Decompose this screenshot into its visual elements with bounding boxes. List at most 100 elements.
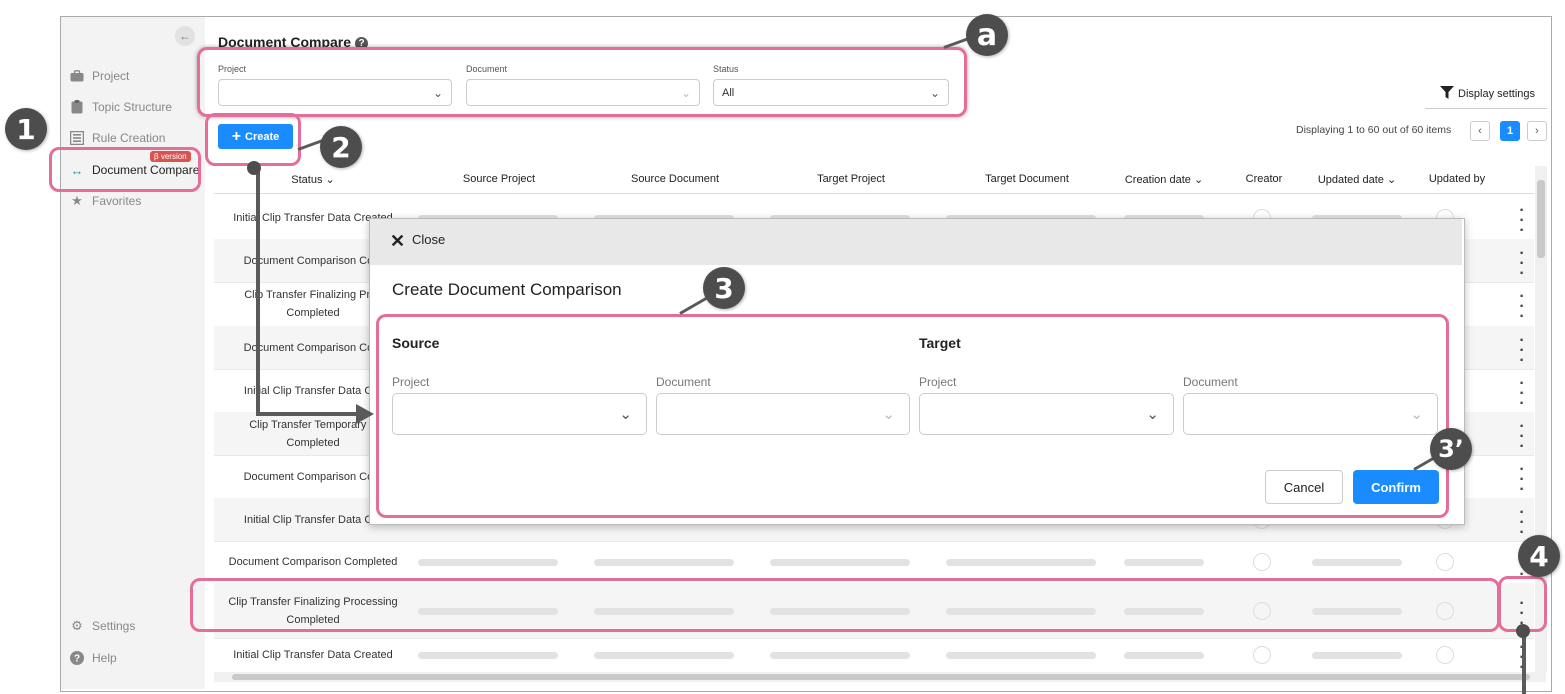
row-menu-kebab-icon[interactable]: ··· (1516, 461, 1528, 497)
sort-chevron-icon: ⌄ (1193, 174, 1204, 186)
row-menu-kebab-icon[interactable]: ··· (1516, 332, 1528, 368)
redacted-cell (418, 559, 558, 566)
avatar (1253, 553, 1271, 571)
row-status-line: Document Comparison Completed (228, 556, 398, 568)
avatar (1253, 601, 1271, 620)
callout-badge-a: a (966, 14, 1008, 56)
briefcase-icon (70, 69, 84, 83)
row-menu-kebab-icon[interactable]: ··· (1516, 245, 1528, 281)
sidebar-item-favorites[interactable]: ★ Favorites (70, 190, 141, 212)
column-header-creator[interactable]: Creator (1246, 173, 1283, 185)
chevron-down-icon: ⌄ (432, 85, 443, 100)
divider (1425, 108, 1547, 109)
help-circle-icon: ? (70, 651, 84, 665)
column-header-target-project[interactable]: Target Project (817, 173, 885, 185)
project-filter-select[interactable]: ⌄ (218, 79, 452, 106)
redacted-cell (594, 607, 734, 615)
target-document-select[interactable]: ⌄ (1183, 393, 1438, 435)
create-button[interactable]: + Create (218, 124, 293, 149)
star-icon: ★ (71, 193, 83, 208)
sidebar-item-label: Help (92, 651, 117, 665)
column-label: Updated by (1428, 173, 1486, 185)
compare-arrows-icon: ↔ (70, 162, 84, 178)
sidebar-item-label: Project (92, 69, 130, 83)
gear-icon: ⚙ (71, 618, 83, 633)
column-label: Creation date (1124, 174, 1191, 186)
chevron-down-icon: ⌄ (929, 85, 940, 100)
svg-text:?: ? (74, 654, 80, 665)
chevron-left-icon: ‹ (1478, 125, 1482, 137)
cancel-button[interactable]: Cancel (1265, 470, 1343, 504)
sidebar-item-help[interactable]: ? Help (70, 647, 117, 669)
prev-page-button[interactable]: ‹ (1470, 121, 1490, 141)
chevron-down-icon: ⌄ (680, 85, 691, 100)
target-project-label: Project (919, 375, 957, 389)
row-menu-kebab-icon[interactable]: ··· (1516, 375, 1528, 411)
page-title-text: Document Compare (218, 34, 352, 50)
sidebar-item-label: Settings (92, 619, 136, 633)
row-status-line: Initial Clip Transfer Data Created (233, 649, 393, 661)
paging-summary: Displaying 1 to 60 out of 60 items (1296, 124, 1452, 136)
redacted-cell (770, 652, 910, 659)
next-page-button[interactable]: › (1527, 121, 1547, 141)
chevron-down-icon: ⌄ (1410, 406, 1423, 423)
connector-dot (1516, 624, 1530, 638)
column-header-target-document[interactable]: Target Document (985, 173, 1069, 185)
chevron-down-icon: ⌄ (1146, 406, 1159, 423)
horizontal-scrollbar-thumb[interactable] (232, 674, 1530, 680)
document-filter-select[interactable]: ⌄ (466, 79, 700, 106)
column-header-source-document[interactable]: Source Document (631, 173, 719, 185)
sidebar-item-project[interactable]: Project (70, 65, 129, 87)
callout-badge-1: 1 (5, 108, 47, 150)
sidebar-item-rule-creation[interactable]: Rule Creation (70, 127, 165, 149)
source-document-label: Document (656, 375, 711, 389)
target-project-select[interactable]: ⌄ (919, 393, 1174, 435)
redacted-cell (946, 652, 1096, 659)
sidebar-item-topic-structure[interactable]: Topic Structure (70, 96, 172, 118)
source-project-select[interactable]: ⌄ (392, 393, 647, 435)
page-title: Document Compare? (218, 34, 369, 50)
page-button-current[interactable]: 1 (1500, 121, 1520, 141)
column-label: Creator (1245, 173, 1283, 185)
collapse-sidebar-button[interactable]: ← (175, 26, 195, 46)
sidebar-item-label: Favorites (92, 194, 142, 208)
source-document-select[interactable]: ⌄ (656, 393, 910, 435)
column-header-source-project[interactable]: Source Project (463, 173, 535, 185)
close-icon[interactable]: ✕ (390, 231, 405, 252)
column-label: Updated date (1317, 174, 1384, 186)
column-header-creation-date[interactable]: Creation date ⌄ (1125, 173, 1203, 186)
redacted-cell (946, 607, 1096, 615)
redacted-cell (1124, 652, 1204, 659)
column-header-updated-date[interactable]: Updated date ⌄ (1318, 173, 1396, 186)
column-header-updated-by[interactable]: Updated by (1429, 173, 1485, 185)
redacted-cell (1312, 607, 1402, 615)
row-menu-kebab-icon[interactable]: ··· (1516, 504, 1528, 540)
source-project-label: Project (392, 375, 430, 389)
status-filter-select[interactable]: All ⌄ (713, 79, 949, 106)
row-menu-kebab-icon[interactable]: ··· (1516, 418, 1528, 454)
redacted-cell (1124, 559, 1204, 566)
column-label: Status (291, 174, 323, 186)
help-icon[interactable]: ? (355, 37, 369, 50)
row-menu-kebab-icon[interactable]: ··· (1516, 289, 1528, 325)
sidebar-item-settings[interactable]: ⚙ Settings (70, 615, 135, 637)
sidebar-item-document-compare[interactable]: ↔ Document Compare (70, 159, 200, 181)
chevron-right-icon: › (1535, 125, 1539, 137)
close-button[interactable]: Close (412, 232, 445, 247)
redacted-cell (770, 559, 910, 566)
redacted-cell (594, 652, 734, 659)
chevron-down-icon: ⌄ (882, 406, 895, 423)
display-settings-button[interactable]: Display settings (1440, 86, 1535, 102)
vertical-scrollbar-thumb[interactable] (1537, 180, 1545, 258)
row-menu-kebab-icon[interactable]: ··· (1516, 202, 1528, 238)
rule-book-icon (70, 131, 84, 145)
column-label: Target Project (817, 173, 885, 185)
connector-line (1522, 630, 1526, 694)
redacted-cell (770, 607, 910, 615)
callout-badge-3-prime: 3’ (1430, 428, 1472, 470)
document-filter-label: Document (466, 64, 508, 74)
page-number: 1 (1506, 125, 1514, 137)
confirm-button[interactable]: Confirm (1353, 470, 1439, 504)
redacted-cell (418, 652, 558, 659)
column-header-status[interactable]: Status ⌄ (291, 173, 334, 186)
